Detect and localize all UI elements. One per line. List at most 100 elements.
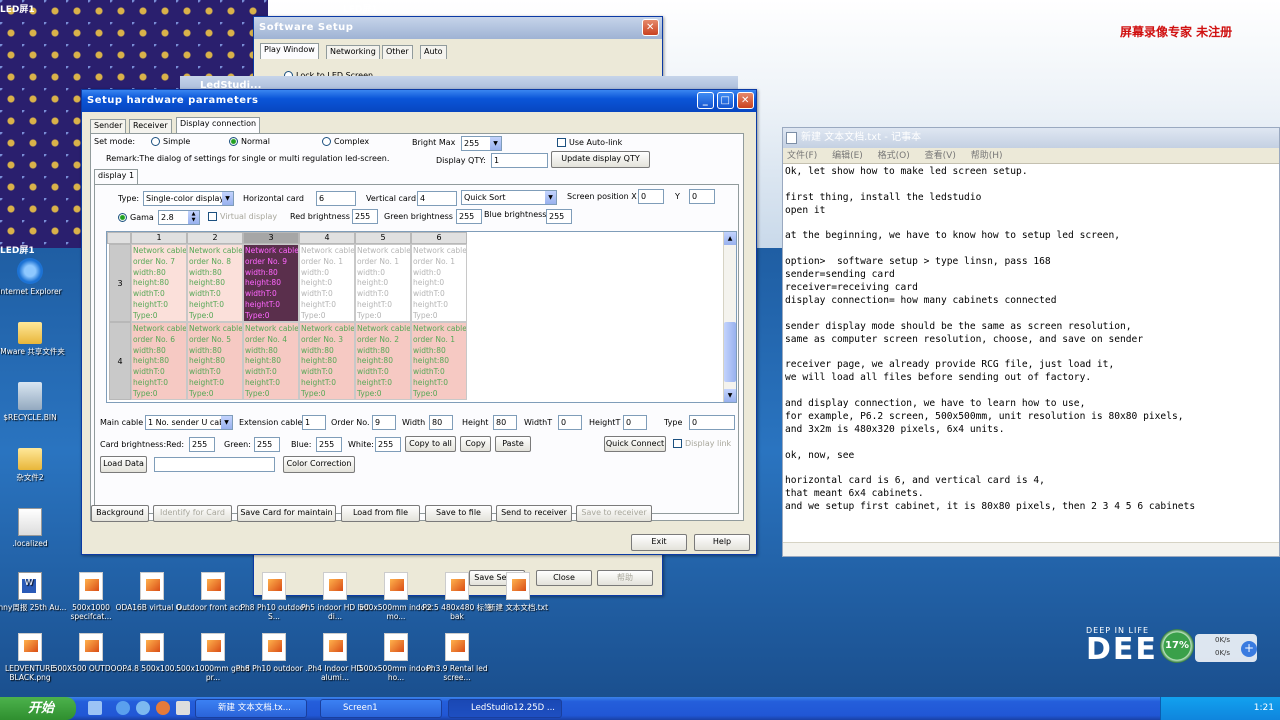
menu-view[interactable]: 查看(V) xyxy=(925,151,956,161)
main-cable-select[interactable]: 1 No. sender U cab ▼ xyxy=(145,415,233,430)
mode-normal-radio[interactable]: Normal xyxy=(229,137,270,146)
send-to-receiver-button[interactable]: Send to receiver xyxy=(496,505,572,522)
auto-link-checkbox[interactable]: Use Auto-link xyxy=(557,138,622,147)
save-to-file-button[interactable]: Save to file xyxy=(425,505,492,522)
grid-column-header[interactable]: 1 xyxy=(131,232,187,244)
scroll-down-icon[interactable]: ▼ xyxy=(724,389,736,402)
green-brightness-input[interactable]: 255 xyxy=(456,209,482,224)
horizontal-card-input[interactable]: 6 xyxy=(316,191,356,206)
card-blue-input[interactable]: 255 xyxy=(316,437,342,452)
gama-spinner[interactable]: 2.8 ▲ ▼ xyxy=(158,210,200,225)
update-display-qty-button[interactable]: Update display QTY xyxy=(551,151,650,168)
maximize-icon[interactable]: □ xyxy=(717,92,734,109)
grid-column-header[interactable]: 3 xyxy=(243,232,299,244)
firefox-icon[interactable] xyxy=(156,701,170,715)
tab-other[interactable]: Other xyxy=(382,45,413,59)
cabinet-cell[interactable]: Network cable order No. 1 width:0 height:0 w… xyxy=(411,244,467,322)
grid-row-header[interactable]: 3 xyxy=(109,244,131,322)
height-input[interactable]: 80 xyxy=(493,415,517,430)
quicklaunch-icon[interactable] xyxy=(88,701,102,715)
grid-column-header[interactable]: 5 xyxy=(355,232,411,244)
widtht-input[interactable]: 0 xyxy=(558,415,582,430)
sort-select[interactable]: Quick Sort ▼ xyxy=(461,190,557,205)
menu-help[interactable]: 帮助(H) xyxy=(971,151,1003,161)
desktop-icon-ie[interactable]: Internet Explorer xyxy=(0,258,70,296)
cabinet-cell[interactable]: Network cable order No. 4 width:80 height:8… xyxy=(243,322,299,400)
display-link-checkbox[interactable]: Display link xyxy=(673,439,731,448)
width-input[interactable]: 80 xyxy=(429,415,453,430)
cabinet-cell[interactable]: Network cable order No. 1 width:0 height:0 w… xyxy=(355,244,411,322)
taskbar-item-notepad[interactable]: 新建 文本文档.tx... xyxy=(195,699,307,718)
mode-complex-radio[interactable]: Complex xyxy=(322,137,369,146)
position-x-input[interactable]: 0 xyxy=(638,189,664,204)
taskbar-item-screen1[interactable]: Screen1 xyxy=(320,699,442,718)
load-data-path-input[interactable] xyxy=(154,457,275,472)
color-correction-button[interactable]: Color Correction xyxy=(283,456,355,473)
card-white-input[interactable]: 255 xyxy=(375,437,401,452)
horizontal-scrollbar[interactable] xyxy=(783,542,1279,556)
copy-button[interactable]: Copy xyxy=(460,436,491,452)
identify-for-card-button[interactable]: Identify for Card xyxy=(153,505,232,522)
plus-icon[interactable]: + xyxy=(1241,641,1257,657)
red-brightness-input[interactable]: 255 xyxy=(352,209,378,224)
menu-format[interactable]: 格式(O) xyxy=(878,151,910,161)
close-icon[interactable]: ✕ xyxy=(737,92,754,109)
tab-receiver[interactable]: Receiver xyxy=(129,119,172,133)
bright-max-select[interactable]: 255 ▼ xyxy=(461,136,502,151)
extension-cable-input[interactable]: 1 xyxy=(302,415,326,430)
notepad-text-area[interactable]: Ok, let show how to make led screen setu… xyxy=(783,164,1279,516)
tab-display-1[interactable]: display 1 xyxy=(94,169,139,185)
desktop-icon-folder2[interactable]: 杂文件2 xyxy=(0,444,70,482)
desktop-icon-localized[interactable]: .localized xyxy=(0,508,70,548)
minimize-icon[interactable]: _ xyxy=(697,92,714,109)
cabinet-cell[interactable]: Network cable order No. 5 width:80 height:8… xyxy=(187,322,243,400)
scroll-thumb[interactable] xyxy=(724,322,736,382)
desktop-icon-vmware[interactable]: VMware 共享文件夹 xyxy=(0,318,70,356)
type-field-input[interactable]: 0 xyxy=(689,415,735,430)
tab-play-window[interactable]: Play Window xyxy=(260,43,319,59)
menu-file[interactable]: 文件(F) xyxy=(787,151,817,161)
cabinet-cell[interactable]: Network cable order No. 7 width:80 height:8… xyxy=(131,244,187,322)
close-icon[interactable]: ✕ xyxy=(642,19,659,36)
display-qty-input[interactable]: 1 xyxy=(491,153,548,168)
virtual-display-checkbox[interactable]: Virtual display xyxy=(208,212,277,221)
tab-display-connection[interactable]: Display connection xyxy=(176,117,261,133)
desktop-icon-file[interactable]: Ph3.9 Rental led scree... xyxy=(417,633,497,682)
save-to-receiver-button[interactable]: Save to receiver xyxy=(576,505,652,522)
cabinet-cell[interactable]: Network cable order No. 6 width:80 height:8… xyxy=(131,322,187,400)
quick-connect-button[interactable]: Quick Connect xyxy=(604,436,666,452)
card-red-input[interactable]: 255 xyxy=(189,437,215,452)
blue-brightness-input[interactable]: 255 xyxy=(546,209,572,224)
copy-to-all-button[interactable]: Copy to all xyxy=(405,436,456,452)
paste-button[interactable]: Paste xyxy=(495,436,531,452)
save-card-button[interactable]: Save Card for maintain xyxy=(237,505,336,522)
cabinet-cell[interactable]: Network cable order No. 8 width:80 height:8… xyxy=(187,244,243,322)
tab-auto[interactable]: Auto xyxy=(420,45,447,59)
card-green-input[interactable]: 255 xyxy=(254,437,280,452)
ie-icon[interactable] xyxy=(116,701,130,715)
start-button[interactable]: 开始 xyxy=(0,697,76,720)
cabinet-grid[interactable]: ▲ ▼ 1 2 3 4 5 6 3 Network cable order No. 7 width… xyxy=(106,231,737,403)
cabinet-cell[interactable]: Network cable order No. 1 width:0 height:0 w… xyxy=(299,244,355,322)
folder-icon[interactable] xyxy=(176,701,190,715)
scroll-up-icon[interactable]: ▲ xyxy=(724,232,736,245)
tab-networking[interactable]: Networking xyxy=(326,45,380,59)
tab-sender[interactable]: Sender xyxy=(90,119,127,133)
grid-scrollbar[interactable]: ▲ ▼ xyxy=(723,232,736,402)
load-data-button[interactable]: Load Data xyxy=(100,456,147,473)
position-y-input[interactable]: 0 xyxy=(689,189,715,204)
exit-button[interactable]: Exit xyxy=(631,534,687,551)
grid-column-header[interactable]: 6 xyxy=(411,232,467,244)
mode-simple-radio[interactable]: Simple xyxy=(151,137,190,146)
help-button[interactable]: 帮助 xyxy=(597,570,653,586)
type-select[interactable]: Single-color display ▼ xyxy=(143,191,234,206)
cabinet-cell[interactable]: Network cable order No. 1 width:80 height:8… xyxy=(411,322,467,400)
taskbar-item-ledstudio[interactable]: LedStudio12.25D ... xyxy=(448,699,562,718)
grid-row-header[interactable]: 4 xyxy=(109,322,131,400)
vertical-card-input[interactable]: 4 xyxy=(417,191,457,206)
cabinet-cell[interactable]: Network cable order No. 2 width:80 height:8… xyxy=(355,322,411,400)
order-no-input[interactable]: 9 xyxy=(372,415,396,430)
grid-column-header[interactable]: 2 xyxy=(187,232,243,244)
load-from-file-button[interactable]: Load from file xyxy=(341,505,420,522)
cabinet-cell[interactable]: Network cable order No. 9 width:80 height:8… xyxy=(243,244,299,322)
